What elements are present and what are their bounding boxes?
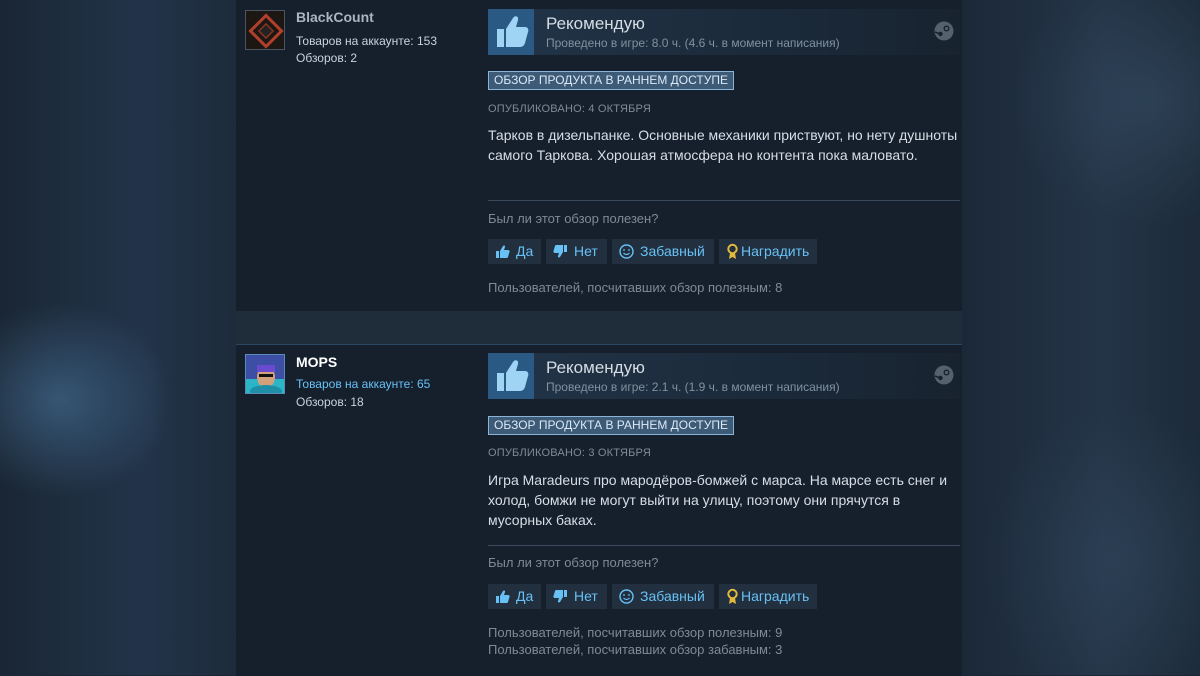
thumbs-down-icon (553, 245, 567, 258)
steam-icon (934, 365, 954, 385)
review-separator (236, 311, 962, 344)
thumbs-up-icon (496, 590, 510, 603)
username[interactable]: BlackCount (296, 9, 374, 25)
vote-no-label: Нет (574, 243, 598, 259)
hours-played: Проведено в игре: 2.1 ч. (1.9 ч. в момен… (546, 380, 840, 394)
avatar[interactable] (245, 354, 285, 394)
early-access-badge: ОБЗОР ПРОДУКТА В РАННЕМ ДОСТУПЕ (488, 416, 734, 435)
review-card: BlackCount Товаров на аккаунте: 153 Обзо… (236, 0, 962, 311)
award-icon (727, 243, 738, 259)
vote-yes-label: Да (516, 588, 534, 604)
helpful-count: Пользователей, посчитавших обзор полезны… (488, 280, 783, 295)
vote-no-button[interactable]: Нет (546, 239, 607, 264)
steam-icon (934, 21, 954, 41)
divider (488, 545, 960, 546)
early-access-badge: ОБЗОР ПРОДУКТА В РАННЕМ ДОСТУПЕ (488, 71, 734, 90)
vote-yes-label: Да (516, 243, 534, 259)
divider (488, 200, 960, 201)
reviews-count[interactable]: Обзоров: 18 (296, 395, 364, 409)
thumbs-up-icon (488, 9, 534, 55)
vote-funny-button[interactable]: Забавный (612, 239, 714, 264)
award-label: Наградить (741, 588, 810, 604)
review-card: MOPS Товаров на аккаунте: 65 Обзоров: 18… (236, 344, 962, 676)
funny-count: Пользователей, посчитавших обзор забавны… (488, 642, 783, 657)
recommendation-title: Рекомендую (546, 14, 645, 33)
vote-funny-button[interactable]: Забавный (612, 584, 714, 609)
products-count[interactable]: Товаров на аккаунте: 65 (296, 377, 430, 391)
vote-yes-button[interactable]: Да (488, 584, 541, 609)
review-text: Тарков в дизельпанке. Основные механики … (488, 127, 958, 163)
vote-no-label: Нет (574, 588, 598, 604)
posted-date: ОПУБЛИКОВАНО: 4 ОКТЯБРЯ (488, 103, 651, 115)
vote-funny-label: Забавный (640, 243, 705, 259)
thumbs-down-icon (553, 590, 567, 603)
hours-played: Проведено в игре: 8.0 ч. (4.6 ч. в момен… (546, 36, 840, 50)
username[interactable]: MOPS (296, 354, 337, 370)
smiley-icon (619, 244, 634, 259)
avatar[interactable] (245, 10, 285, 50)
products-count[interactable]: Товаров на аккаунте: 153 (296, 34, 437, 48)
helpful-question: Был ли этот обзор полезен? (488, 211, 659, 226)
smiley-icon (619, 589, 634, 604)
vote-funny-label: Забавный (640, 588, 705, 604)
vote-yes-button[interactable]: Да (488, 239, 541, 264)
recommendation-header[interactable]: Рекомендую Проведено в игре: 2.1 ч. (1.9… (488, 353, 960, 399)
thumbs-up-icon (488, 353, 534, 399)
award-icon (727, 588, 738, 604)
posted-date: ОПУБЛИКОВАНО: 3 ОКТЯБРЯ (488, 447, 651, 459)
review-text: Игра Maradeurs про мародёров-бомжей с ма… (488, 472, 948, 528)
award-button[interactable]: Наградить (719, 584, 817, 609)
vote-no-button[interactable]: Нет (546, 584, 607, 609)
award-label: Наградить (741, 243, 810, 259)
recommendation-title: Рекомендую (546, 358, 645, 377)
thumbs-up-icon (496, 245, 510, 258)
recommendation-header[interactable]: Рекомендую Проведено в игре: 8.0 ч. (4.6… (488, 9, 960, 55)
helpful-count: Пользователей, посчитавших обзор полезны… (488, 625, 783, 640)
award-button[interactable]: Наградить (719, 239, 817, 264)
reviews-count[interactable]: Обзоров: 2 (296, 51, 357, 65)
helpful-question: Был ли этот обзор полезен? (488, 555, 659, 570)
